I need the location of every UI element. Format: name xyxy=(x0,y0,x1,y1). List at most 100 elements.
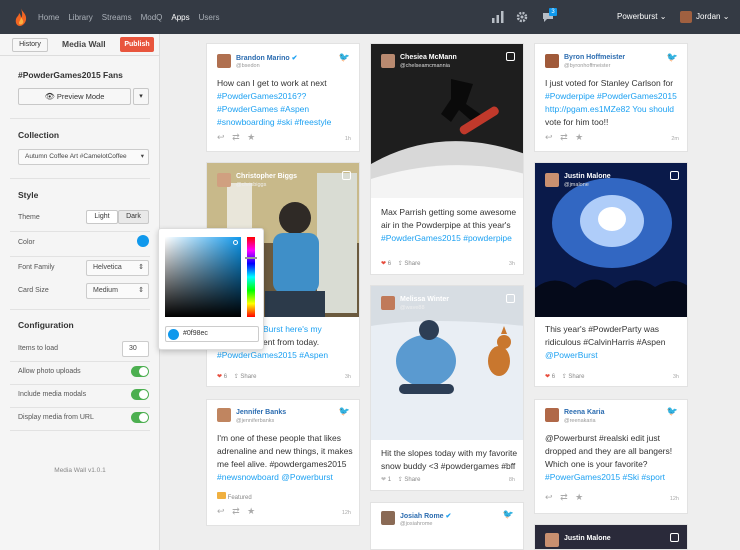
wall-name: #PowderGames2015 Fans xyxy=(18,70,123,80)
avatar[interactable] xyxy=(680,11,692,23)
post-author: Reena Karia xyxy=(564,409,605,416)
flame-logo-icon[interactable] xyxy=(14,8,28,26)
post-text: I'm one of these people that likes adrena… xyxy=(217,433,353,482)
hue-slider-handle[interactable] xyxy=(245,257,257,259)
nav-modq[interactable]: ModQ xyxy=(141,13,163,22)
share-icon[interactable]: ⇪ xyxy=(398,261,403,267)
stepper-icon: ⇕ xyxy=(138,287,144,294)
card-size-select[interactable]: Medium ⇕ xyxy=(86,283,149,299)
hue-slider[interactable] xyxy=(247,237,255,317)
preview-mode-button[interactable]: 👁 Preview Mode xyxy=(18,88,131,105)
font-family-value: Helvetica xyxy=(93,264,122,271)
share-icon[interactable]: ⇪ xyxy=(562,374,567,380)
reply-icon[interactable]: ↩ xyxy=(217,132,225,142)
retweet-icon[interactable]: ⇄ xyxy=(232,132,240,142)
theme-light-button[interactable]: Light xyxy=(86,210,118,224)
post-card[interactable]: Melissa Winter @wave88 Hit the slopes to… xyxy=(370,285,524,491)
share-label[interactable]: Share xyxy=(404,477,420,483)
post-text: This year's #PowderParty was ridiculous #… xyxy=(545,324,666,360)
retweet-icon[interactable]: ⇄ xyxy=(560,492,568,502)
reply-icon[interactable]: ↩ xyxy=(545,132,553,142)
post-card[interactable]: Chesiea McMann @chelseamcmannia Max Parr… xyxy=(370,43,524,275)
publish-button[interactable]: Publish xyxy=(120,37,154,52)
color-hex-field[interactable]: #0f98ec xyxy=(165,326,259,342)
post-handle: @byronhoffmeister xyxy=(564,63,611,69)
notification-badge: 3 xyxy=(549,8,557,16)
favorite-icon[interactable]: ★ xyxy=(247,506,255,516)
sidebar-title: Media Wall xyxy=(62,39,106,49)
post-author: Josiah Rome ✔ xyxy=(400,513,452,520)
favorite-icon[interactable]: ★ xyxy=(575,132,583,142)
post-actions: ↩ ⇄ ★ xyxy=(217,132,255,143)
heart-icon[interactable]: ❤ xyxy=(381,477,386,483)
post-actions: ↩ ⇄ ★ xyxy=(545,132,583,143)
collection-select[interactable]: Autumn Coffee Art #CamelotCoffee ▾ xyxy=(18,149,149,165)
color-handle[interactable] xyxy=(233,240,238,245)
sidebar-header: History Media Wall Publish xyxy=(0,34,159,56)
nav-apps[interactable]: Apps xyxy=(171,13,189,22)
heart-icon[interactable]: ❤ xyxy=(217,374,222,380)
avatar xyxy=(545,408,559,422)
twitter-icon: 🐦 xyxy=(338,406,350,416)
post-card[interactable]: Justin Malone @jmalone This year's #Powd… xyxy=(534,162,688,387)
post-likes: ❤ 6 ⇪ Share xyxy=(217,374,257,380)
display-url-toggle[interactable] xyxy=(131,412,149,423)
post-card[interactable]: Reena Karia @reenakaria 🐦 @Powerburst #r… xyxy=(534,399,688,514)
preview-dropdown-button[interactable]: ▾ xyxy=(133,88,149,105)
share-label[interactable]: Share xyxy=(404,261,420,267)
post-text: I just voted for Stanley Carlson for #Pow… xyxy=(545,78,677,127)
favorite-icon[interactable]: ★ xyxy=(575,492,583,502)
post-time: 12h xyxy=(341,510,351,516)
post-author: Brandon Marino ✔ xyxy=(236,55,298,62)
divider xyxy=(10,256,150,257)
theme-dark-button[interactable]: Dark xyxy=(118,210,149,224)
top-bar: Home Library Streams ModQ Apps Users 3 P… xyxy=(0,0,740,34)
avatar xyxy=(217,54,231,68)
retweet-icon[interactable]: ⇄ xyxy=(232,506,240,516)
post-card[interactable]: Justin Malone xyxy=(534,524,688,550)
color-preview xyxy=(168,329,179,340)
reply-icon[interactable]: ↩ xyxy=(217,506,225,516)
preview-label: Preview Mode xyxy=(56,92,105,101)
nav-home[interactable]: Home xyxy=(38,13,59,22)
twitter-icon: 🐦 xyxy=(338,52,350,62)
nav-library[interactable]: Library xyxy=(68,13,92,22)
divider xyxy=(10,407,150,408)
media-modals-toggle[interactable] xyxy=(131,389,149,400)
post-text: Max Parrish getting some awesome air in t… xyxy=(381,207,517,243)
twitter-icon: 🐦 xyxy=(666,52,678,62)
items-to-load-input[interactable]: 30 xyxy=(122,341,149,357)
favorite-icon[interactable]: ★ xyxy=(247,132,255,142)
display-url-label: Display media from URL xyxy=(18,414,94,421)
color-gradient-area[interactable] xyxy=(165,237,241,317)
verified-icon: ✔ xyxy=(445,513,452,520)
share-label[interactable]: Share xyxy=(568,374,584,380)
user-menu[interactable]: Jordan ⌄ xyxy=(696,12,729,21)
share-icon[interactable]: ⇪ xyxy=(234,374,239,380)
heart-icon[interactable]: ❤ xyxy=(381,261,386,267)
font-family-select[interactable]: Helvetica ⇕ xyxy=(86,260,149,276)
account-menu[interactable]: Powerburst ⌄ xyxy=(617,12,666,21)
post-card[interactable]: Byron Hoffmeister @byronhoffmeister 🐦 I … xyxy=(534,43,688,152)
share-label[interactable]: Share xyxy=(240,374,256,380)
featured-tag: Featured xyxy=(217,492,252,501)
nav-users[interactable]: Users xyxy=(199,13,220,22)
post-card[interactable]: Josiah Rome ✔ @josiahrome 🐦 xyxy=(370,502,524,550)
color-swatch[interactable] xyxy=(137,235,149,247)
avatar xyxy=(545,533,559,547)
gear-icon[interactable] xyxy=(516,11,528,23)
history-button[interactable]: History xyxy=(12,38,48,52)
nav-streams[interactable]: Streams xyxy=(102,13,132,22)
heart-icon[interactable]: ❤ xyxy=(545,374,550,380)
reply-icon[interactable]: ↩ xyxy=(545,492,553,502)
post-author: Christopher Biggs xyxy=(236,173,298,180)
post-card[interactable]: Brandon Marino ✔ @bsedon 🐦 How can I get… xyxy=(206,43,360,152)
allow-uploads-toggle[interactable] xyxy=(131,366,149,377)
analytics-icon[interactable] xyxy=(492,11,504,23)
divider xyxy=(10,384,150,385)
retweet-icon[interactable]: ⇄ xyxy=(560,132,568,142)
share-icon[interactable]: ⇪ xyxy=(398,477,403,483)
post-card[interactable]: Jennifer Banks @jenniferbanks 🐦 I'm one … xyxy=(206,399,360,526)
twitter-icon: 🐦 xyxy=(502,509,514,519)
avatar xyxy=(545,54,559,68)
